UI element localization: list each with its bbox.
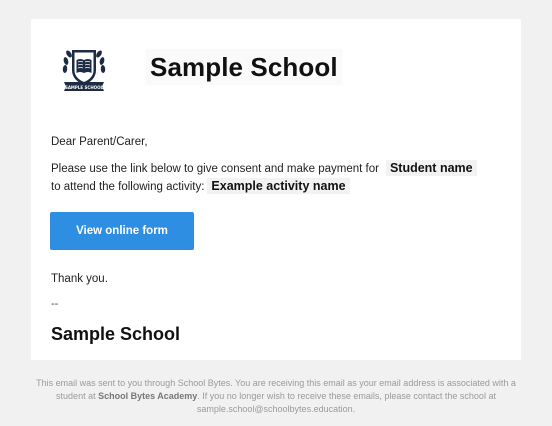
signature-separator: -- bbox=[51, 298, 59, 310]
paragraph-line-2: to attend the following activity: Example… bbox=[51, 178, 521, 196]
footer-text-2: . If you no longer wish to receive these… bbox=[196, 391, 496, 414]
paragraph-text-2: to attend the following activity: bbox=[51, 181, 205, 193]
footer-academy-name: School Bytes Academy bbox=[98, 391, 198, 401]
footer-notice: This email was sent to you through Schoo… bbox=[31, 377, 521, 416]
greeting: Dear Parent/Carer, bbox=[51, 136, 148, 148]
school-title: Sample School bbox=[146, 49, 342, 85]
paragraph-text-1: Please use the link below to give consen… bbox=[51, 163, 379, 175]
thank-you-text: Thank you. bbox=[51, 273, 108, 285]
paragraph-line-1: Please use the link below to give consen… bbox=[51, 160, 521, 178]
school-crest-logo: SAMPLE SCHOOL bbox=[62, 50, 106, 91]
email-card: SAMPLE SCHOOL Sample School Dear Parent/… bbox=[31, 19, 521, 360]
email-header: SAMPLE SCHOOL Sample School bbox=[60, 39, 342, 95]
view-online-form-button[interactable]: View online form bbox=[50, 212, 194, 250]
signature-school-name: Sample School bbox=[51, 324, 181, 344]
activity-name: Example activity name bbox=[207, 178, 350, 194]
consent-paragraph: Please use the link below to give consen… bbox=[51, 160, 521, 196]
crest-banner-text: SAMPLE SCHOOL bbox=[65, 85, 104, 90]
student-name: Student name bbox=[385, 160, 477, 176]
